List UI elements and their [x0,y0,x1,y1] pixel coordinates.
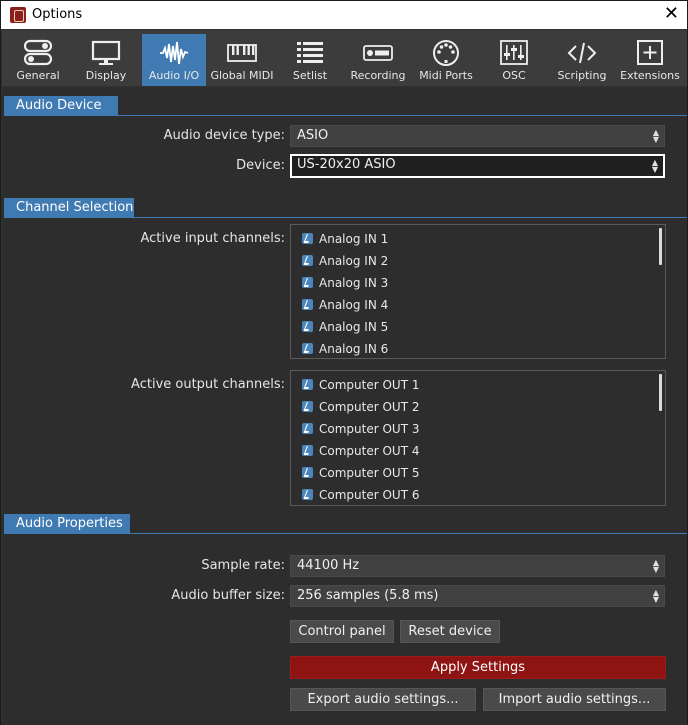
apply-settings-button[interactable]: Apply Settings [290,656,666,679]
tab-label: General [16,69,60,82]
tab-label: Audio I/O [148,69,200,82]
app-icon [10,7,26,23]
import-audio-settings-button[interactable]: Import audio settings... [483,688,666,711]
section-header-audio-properties: Audio Properties [4,514,130,533]
device-label: Device: [236,158,285,173]
select-value: 44100 Hz [297,558,360,573]
section-divider [4,217,687,218]
waveform-icon [160,41,189,65]
audio-device-type-select[interactable]: ASIO ▲ ▼ [290,125,665,147]
audio-device-type-label: Audio device type: [163,128,285,143]
section-divider [4,533,687,534]
section-header-audio-device: Audio Device [4,96,118,115]
select-value: ASIO [297,128,329,143]
checkbox-checked[interactable] [302,445,313,456]
tab-midi-ports[interactable]: Midi Ports [414,34,478,86]
export-audio-settings-button[interactable]: Export audio settings... [290,688,476,711]
checkbox-checked[interactable] [302,255,313,266]
control-panel-button[interactable]: Control panel [290,620,394,643]
close-icon[interactable]: ✕ [664,4,679,24]
updown-arrows-icon: ▲ ▼ [652,588,659,604]
checkbox-checked[interactable] [302,467,313,478]
reset-device-button[interactable]: Reset device [400,620,500,643]
select-value: US-20x20 ASIO [297,157,396,172]
checkbox-checked[interactable] [302,343,313,354]
active-input-channels-label: Active input channels: [140,231,285,246]
window-title: Options [32,7,83,22]
tab-label: Scripting [557,69,607,82]
piano-keys-icon [227,44,257,62]
scrollbar-thumb[interactable] [659,374,662,411]
tab-label: Extensions [620,69,680,82]
tab-global-midi[interactable]: Global MIDI [210,34,274,86]
tab-setlist[interactable]: Setlist [278,34,342,86]
checkbox-checked[interactable] [302,277,313,288]
plus-box-icon [637,40,663,65]
tab-scripting[interactable]: Scripting [550,34,614,86]
tab-general[interactable]: General [6,34,70,86]
checkbox-checked[interactable] [302,299,313,310]
checkbox-checked[interactable] [302,423,313,434]
input-channels-list[interactable]: Analog IN 1 Analog IN 2 Analog IN 3 Anal… [290,224,666,359]
select-value: 256 samples (5.8 ms) [297,588,439,603]
tab-label: Recording [350,69,406,82]
checkbox-checked[interactable] [302,401,313,412]
tab-audio-io[interactable]: Audio I/O [142,34,206,86]
updown-arrows-icon: ▲ ▼ [651,158,658,174]
tab-recording[interactable]: Recording [346,34,410,86]
sample-rate-label: Sample rate: [201,558,285,573]
code-icon [567,42,597,64]
tab-label: Global MIDI [210,69,274,82]
tab-label: Setlist [292,69,328,82]
section-divider [4,115,687,116]
monitor-icon [91,40,121,65]
tab-display[interactable]: Display [74,34,138,86]
title-bar: Options ✕ [1,1,687,29]
audio-buffer-size-select[interactable]: 256 samples (5.8 ms) ▲ ▼ [290,585,665,607]
sample-rate-select[interactable]: 44100 Hz ▲ ▼ [290,555,665,577]
list-icon [297,42,323,63]
scrollbar-thumb[interactable] [659,228,662,265]
options-toolbar: General Display Audio I/O Global MIDI Se… [2,30,687,86]
options-window: Options ✕ General Display Audio I/O Glob… [0,0,688,725]
audio-io-panel: Audio Device Audio device type: ASIO ▲ ▼ … [2,87,687,725]
tab-extensions[interactable]: Extensions [618,34,682,86]
tab-label: OSC [502,69,526,82]
midi-port-icon [433,40,459,66]
tab-label: Midi Ports [419,69,473,82]
audio-buffer-size-label: Audio buffer size: [171,588,285,603]
section-header-channel-selection: Channel Selection [4,198,134,217]
checkbox-checked[interactable] [302,321,313,332]
active-output-channels-label: Active output channels: [131,377,285,392]
mixer-icon [500,40,528,65]
checkbox-checked[interactable] [302,489,313,500]
updown-arrows-icon: ▲ ▼ [652,128,659,144]
output-channels-list[interactable]: Computer OUT 1 Computer OUT 2 Computer O… [290,370,666,506]
device-select[interactable]: US-20x20 ASIO ▲ ▼ [290,154,665,178]
checkbox-checked[interactable] [302,233,313,244]
rec-icon [363,45,393,61]
checkbox-checked[interactable] [302,379,313,390]
updown-arrows-icon: ▲ ▼ [652,558,659,574]
tab-label: Display [85,69,127,82]
tab-osc[interactable]: OSC [482,34,546,86]
toggles-icon [23,39,53,66]
